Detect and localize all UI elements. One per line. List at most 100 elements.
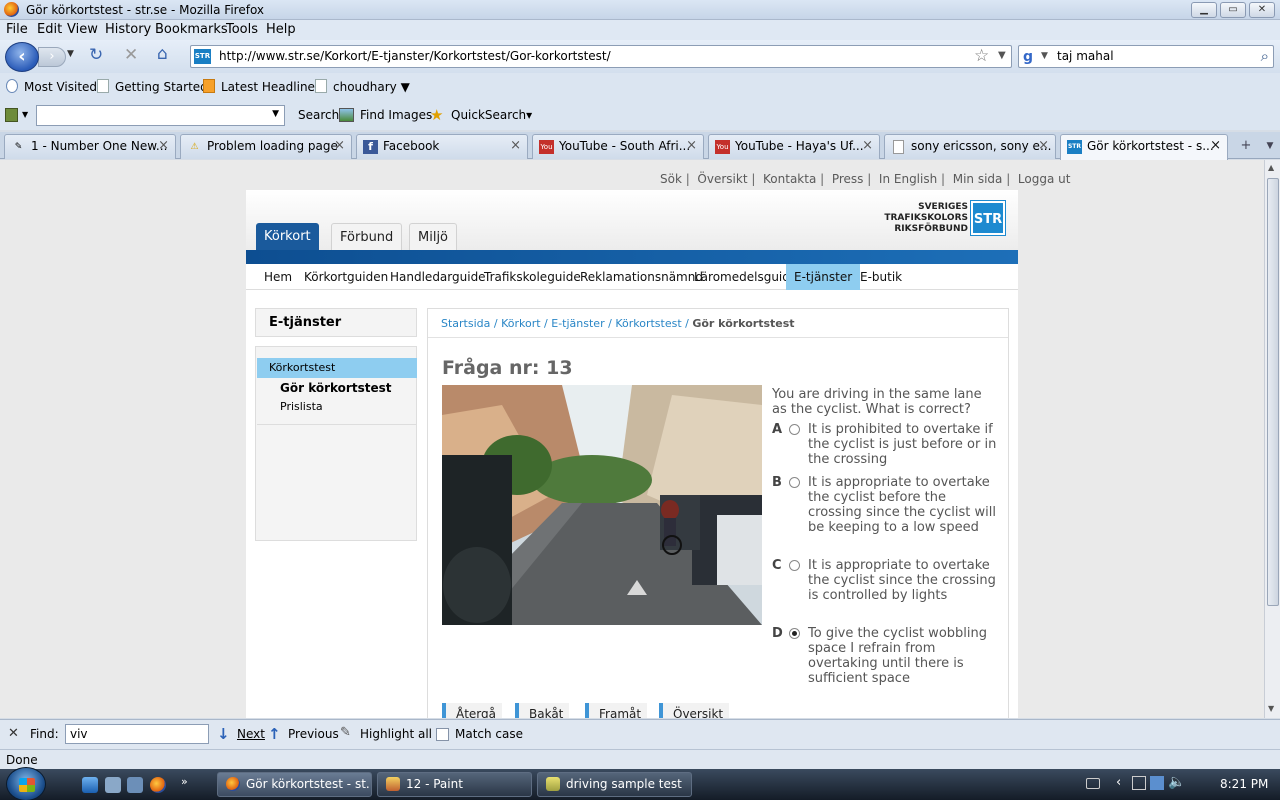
arrow-down-icon[interactable]: ↓	[217, 725, 230, 743]
subnav-e-butik[interactable]: E-butik	[852, 264, 910, 290]
tab-sony-ericsson[interactable]: sony ericsson, sony e... ×	[884, 134, 1056, 159]
keyboard-icon[interactable]	[1086, 778, 1100, 789]
scroll-up-icon[interactable]: ▲	[1268, 163, 1274, 172]
close-tab-icon[interactable]: ×	[686, 135, 697, 157]
stop-icon[interactable]: ✕	[124, 45, 138, 65]
arrow-up-icon[interactable]: ↑	[268, 725, 281, 743]
find-next-button[interactable]: Next	[237, 727, 265, 741]
tab-youtube-haya[interactable]: You YouTube - Haya's Uf... ×	[708, 134, 880, 159]
find-images-button[interactable]: Find Images	[360, 108, 432, 122]
reload-icon[interactable]: ↻	[89, 45, 103, 65]
top-link-kontakta[interactable]: Kontakta	[763, 172, 816, 186]
scrollbar-thumb[interactable]	[1267, 178, 1279, 606]
close-tab-icon[interactable]: ×	[862, 135, 873, 157]
network-icon[interactable]	[1150, 776, 1164, 790]
toolbar-logo-icon[interactable]	[5, 108, 18, 122]
search-input[interactable]: taj mahal	[1057, 49, 1114, 63]
google-engine-icon[interactable]: g	[1023, 49, 1039, 65]
engine-dropdown-icon[interactable]: ▼	[1041, 51, 1048, 61]
str-logo-badge[interactable]: STR	[970, 200, 1006, 236]
top-link-logga-ut[interactable]: Logga ut	[1018, 172, 1071, 186]
internet-explorer-icon[interactable]	[82, 777, 98, 793]
bookmark-star-icon[interactable]: ☆	[974, 46, 989, 66]
quicklaunch-overflow-icon[interactable]: »	[181, 775, 188, 788]
maximize-button[interactable]: ▭	[1220, 2, 1246, 18]
top-link-sok[interactable]: Sök	[660, 172, 682, 186]
breadcrumb-korkort[interactable]: Körkort	[501, 317, 540, 330]
oversikt-button[interactable]: Översikt	[659, 703, 730, 718]
back-button[interactable]: ‹	[5, 42, 39, 72]
menu-tools[interactable]: Tools	[226, 22, 258, 37]
close-tab-icon[interactable]: ×	[158, 135, 169, 157]
clock[interactable]: 8:21 PM	[1220, 777, 1268, 791]
bookmark-most-visited[interactable]: Most Visited	[6, 79, 97, 94]
breadcrumb-startsida[interactable]: Startsida	[441, 317, 490, 330]
tab-korkort[interactable]: Körkort	[256, 223, 319, 250]
close-window-button[interactable]: ✕	[1249, 2, 1275, 18]
breadcrumb-korkortstest[interactable]: Körkortstest	[615, 317, 681, 330]
scroll-down-icon[interactable]: ▼	[1268, 704, 1274, 713]
find-input[interactable]: viv	[65, 724, 209, 744]
str-logo-text[interactable]: SVERIGES TRAFIKSKOLORS RIKSFÖRBUND	[882, 202, 968, 235]
address-bar[interactable]: STR http://www.str.se/Korkort/E-tjanster…	[190, 45, 1012, 68]
history-dropdown-icon[interactable]: ▼	[67, 49, 74, 59]
top-link-press[interactable]: Press	[832, 172, 864, 186]
match-case-label[interactable]: Match case	[455, 727, 523, 741]
sidebar-item-gor-korkortstest[interactable]: Gör körkortstest	[280, 381, 391, 395]
option-c-radio[interactable]	[789, 560, 800, 571]
start-button[interactable]	[6, 767, 46, 800]
tab-forbund[interactable]: Förbund	[331, 223, 403, 250]
subnav-hem[interactable]: Hem	[256, 264, 300, 290]
top-link-oversikt[interactable]: Översikt	[697, 172, 747, 186]
option-b-radio[interactable]	[789, 477, 800, 488]
toolbar-search-combo[interactable]: ▼	[36, 105, 285, 126]
tab-gor-korkortstest[interactable]: STR Gör körkortstest - s... ×	[1060, 134, 1228, 160]
menu-history[interactable]: History	[105, 22, 151, 37]
tab-youtube-south-africa[interactable]: You YouTube - South Afri... ×	[532, 134, 704, 159]
url-text[interactable]: http://www.str.se/Korkort/E-tjanster/Kor…	[219, 49, 611, 63]
show-hidden-icons-icon[interactable]: ‹	[1116, 775, 1121, 790]
match-case-checkbox[interactable]	[436, 728, 449, 741]
volume-icon[interactable]: 🔈	[1168, 774, 1185, 790]
show-desktop-icon[interactable]	[105, 777, 121, 793]
firefox-quicklaunch-icon[interactable]	[150, 777, 166, 793]
forward-button[interactable]: ›	[38, 47, 66, 67]
search-bar[interactable]: g ▼ taj mahal ⌕	[1018, 45, 1274, 68]
sidebar-item-prislista[interactable]: Prislista	[280, 400, 323, 413]
tab-number-one[interactable]: ✎ 1 - Number One New... ×	[4, 134, 176, 159]
search-icon[interactable]: ⌕	[1261, 47, 1269, 65]
menu-view[interactable]: View	[67, 22, 98, 37]
minimize-button[interactable]: ▁	[1191, 2, 1217, 18]
bookmark-latest-headlines[interactable]: Latest Headlines	[203, 79, 321, 94]
bookmark-getting-started[interactable]: Getting Started	[97, 79, 208, 94]
top-link-min-sida[interactable]: Min sida	[953, 172, 1003, 186]
vertical-scrollbar[interactable]: ▲ ▼	[1264, 160, 1280, 718]
bookmark-choudhary[interactable]: choudhary ▼	[315, 79, 410, 94]
close-tab-icon[interactable]: ×	[1038, 135, 1049, 157]
site-identity-icon[interactable]: STR	[194, 49, 211, 64]
close-tab-icon[interactable]: ×	[1210, 135, 1221, 157]
option-a-radio[interactable]	[789, 424, 800, 435]
menu-file[interactable]: File	[6, 22, 28, 37]
tab-problem-loading[interactable]: ⚠ Problem loading page ×	[180, 134, 352, 159]
quicksearch-button[interactable]: QuickSearch▾	[451, 108, 532, 122]
tab-miljo[interactable]: Miljö	[409, 223, 458, 250]
framat-button[interactable]: Framåt	[585, 703, 648, 718]
chevron-down-icon[interactable]: ▼	[272, 109, 279, 119]
highlight-all-button[interactable]: Highlight all	[360, 727, 432, 741]
taskbar-paint[interactable]: 12 - Paint	[377, 772, 532, 797]
taskbar-driving-sample-test[interactable]: driving sample test	[537, 772, 692, 797]
url-dropdown-icon[interactable]: ▼	[998, 50, 1006, 61]
taskbar-firefox[interactable]: Gör körkortstest - st...	[217, 772, 372, 797]
bakat-button[interactable]: Bakåt	[515, 703, 570, 718]
tab-list-icon[interactable]: ▼	[1262, 135, 1278, 158]
toolbar-search-button[interactable]: Search	[298, 108, 339, 122]
tab-facebook[interactable]: f Facebook ×	[356, 134, 528, 159]
menu-bookmarks[interactable]: Bookmarks	[155, 22, 228, 37]
close-find-icon[interactable]: ✕	[8, 726, 19, 741]
menu-help[interactable]: Help	[266, 22, 296, 37]
toolbar-dropdown-icon[interactable]: ▼	[22, 110, 28, 119]
switch-windows-icon[interactable]	[127, 777, 143, 793]
sidebar-item-korkortstest[interactable]: Körkortstest	[257, 358, 417, 378]
tray-app-icon[interactable]	[1132, 776, 1146, 790]
